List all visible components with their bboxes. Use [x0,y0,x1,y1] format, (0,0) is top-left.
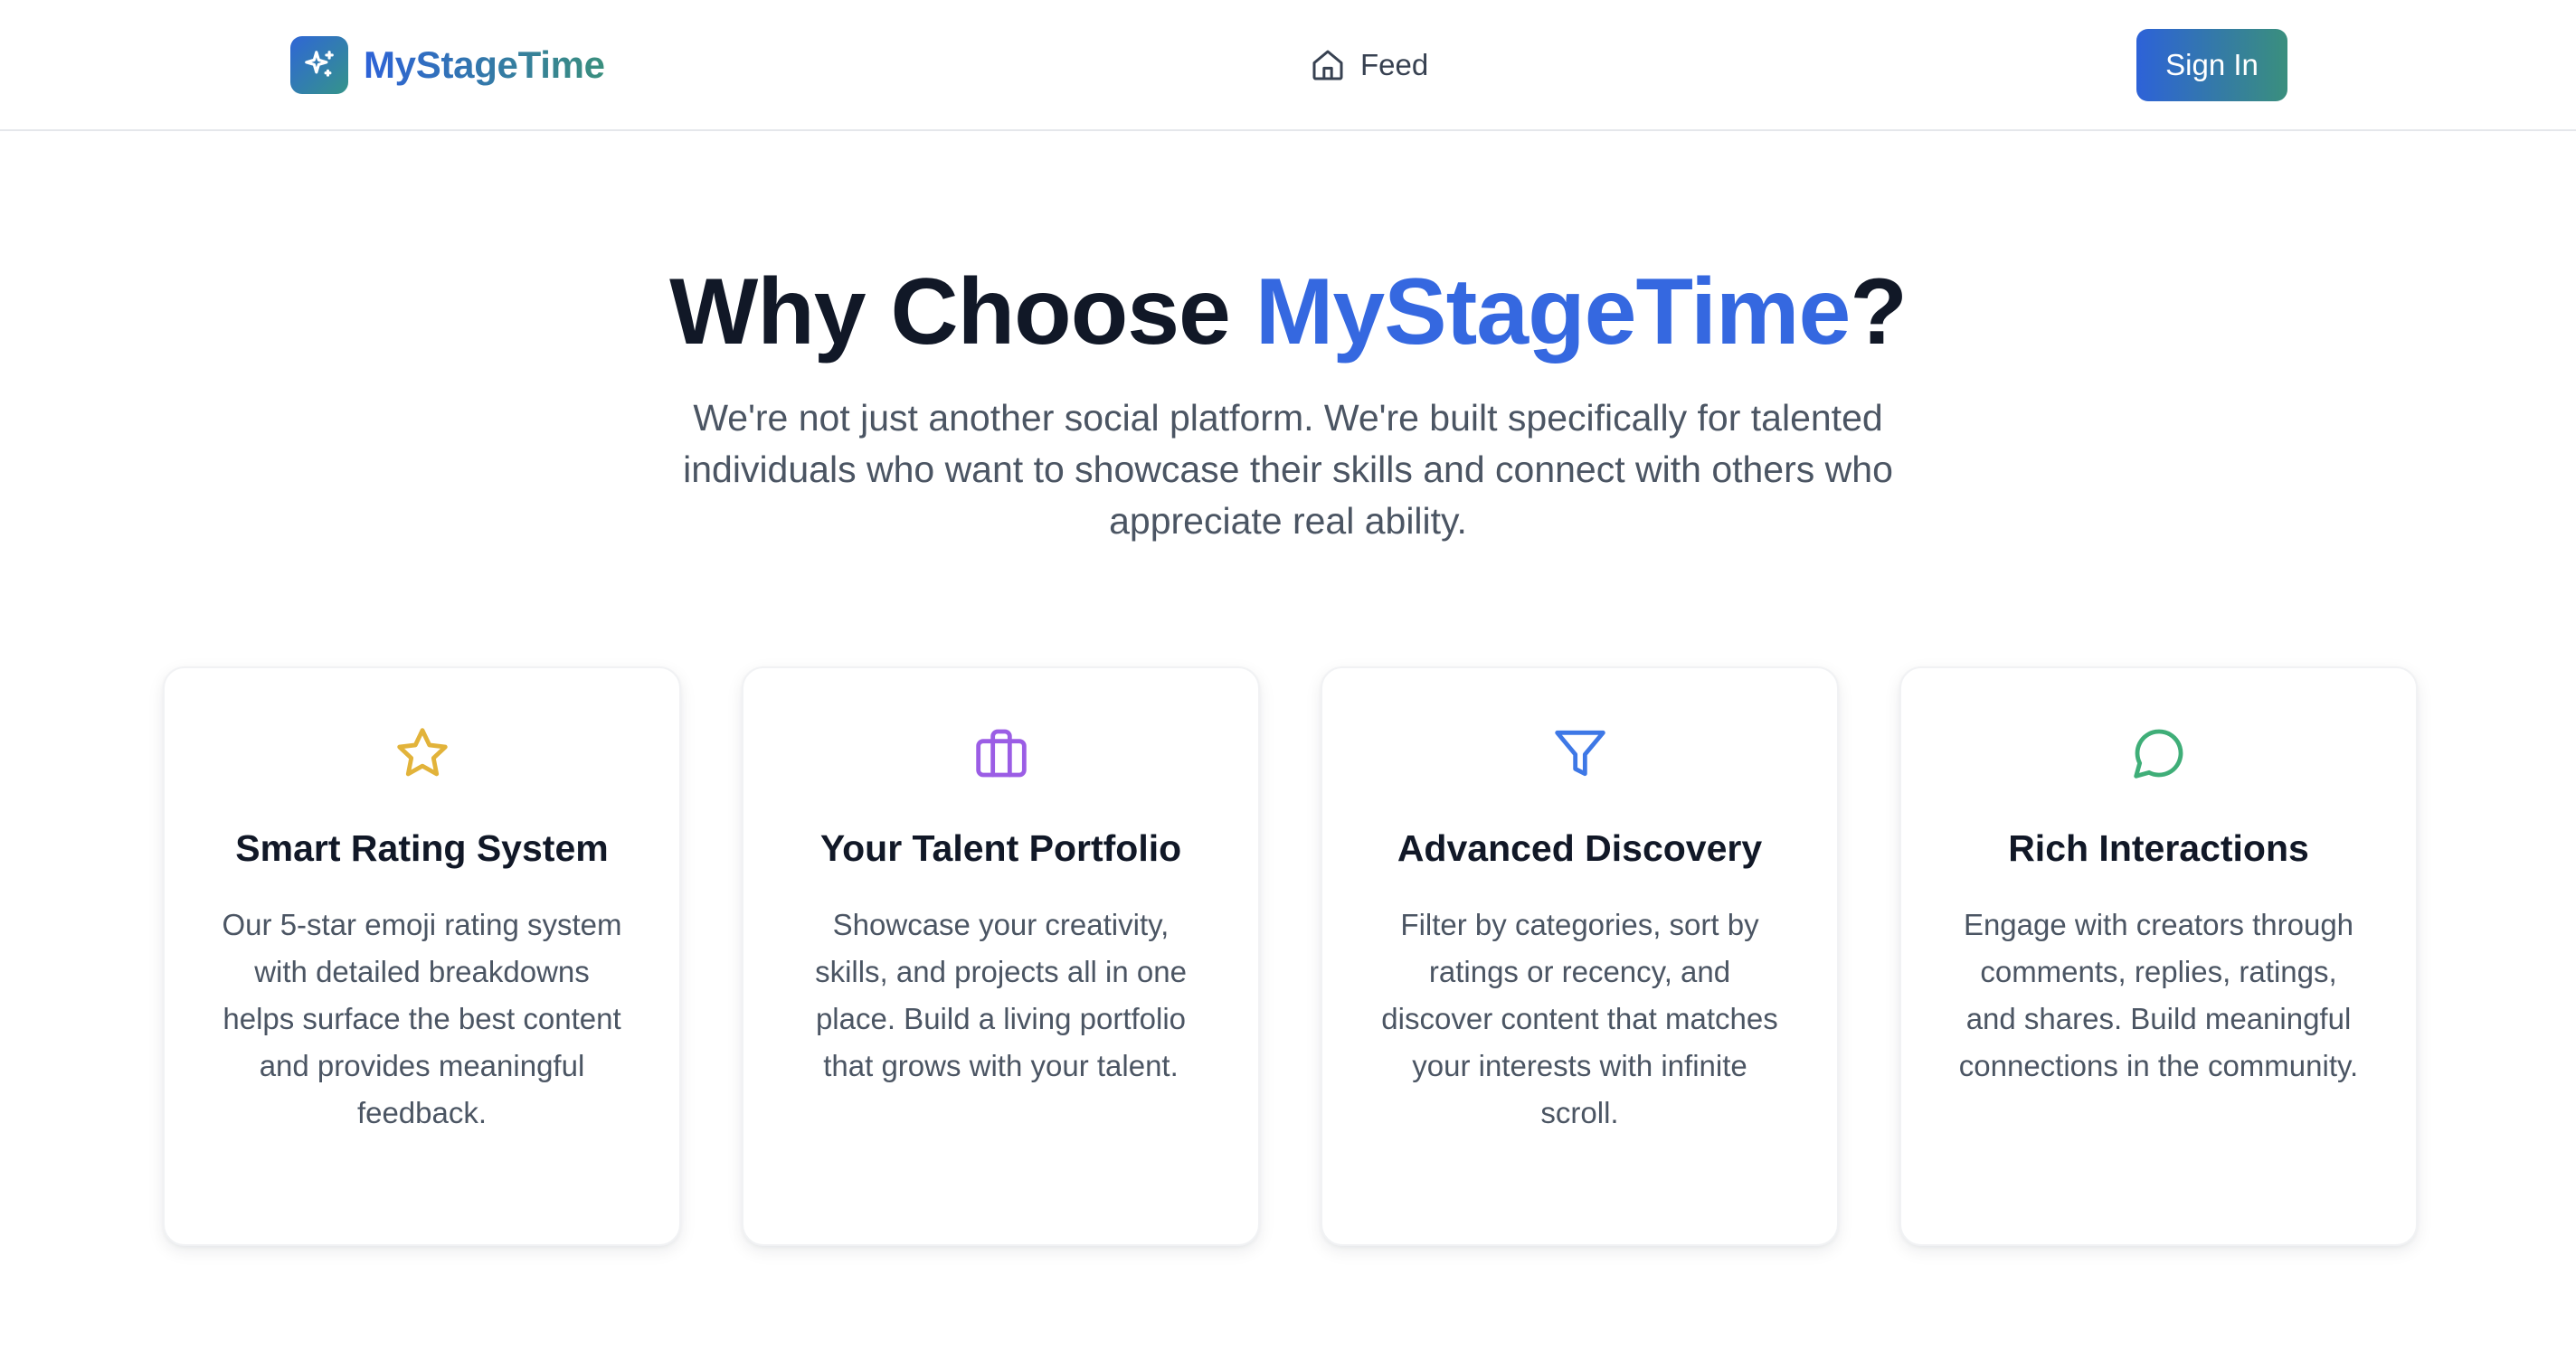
briefcase-icon [975,729,1027,778]
feature-card-interactions: Rich Interactions Engage with creators t… [1899,666,2418,1246]
page-subtitle: We're not just another social platform. … [683,397,1893,542]
feature-description: Showcase your creativity, skills, and pr… [815,908,1187,1082]
sparkles-icon [290,36,348,94]
filter-icon [1554,730,1605,777]
message-circle-icon [2133,729,2183,779]
home-icon [1312,50,1343,80]
top-navbar: MyStageTime Feed Sign In [0,0,2576,131]
feature-description: Engage with creators through comments, r… [1958,908,2359,1082]
feature-description: Filter by categories, sort by ratings or… [1381,908,1778,1129]
feature-card-portfolio: Your Talent Portfolio Showcase your crea… [742,666,1260,1246]
feature-title: Advanced Discovery [1397,827,1763,869]
brand-link[interactable]: MyStageTime [290,36,605,94]
feature-title: Rich Interactions [2008,827,2309,869]
feature-card-discovery: Advanced Discovery Filter by categories,… [1321,666,1839,1246]
nav-feed-link[interactable]: Feed [1310,40,1428,90]
nav-feed-label: Feed [1360,48,1429,81]
title-prefix: Why Choose [669,260,1255,364]
page-title: Why Choose MyStageTime? [0,249,2576,375]
feature-description: Our 5-star emoji rating system with deta… [222,908,622,1129]
title-accent: MyStageTime [1255,260,1852,364]
brand-name: MyStageTime [364,43,605,86]
feature-title: Your Talent Portfolio [819,827,1182,869]
feature-cards: Smart Rating System Our 5-star emoji rat… [163,666,2418,1246]
feature-card-rating: Smart Rating System Our 5-star emoji rat… [163,666,681,1246]
sign-in-button[interactable]: Sign In [2136,29,2287,101]
feature-title: Smart Rating System [235,827,609,869]
star-icon [396,728,448,777]
title-suffix: ? [1850,260,1908,364]
